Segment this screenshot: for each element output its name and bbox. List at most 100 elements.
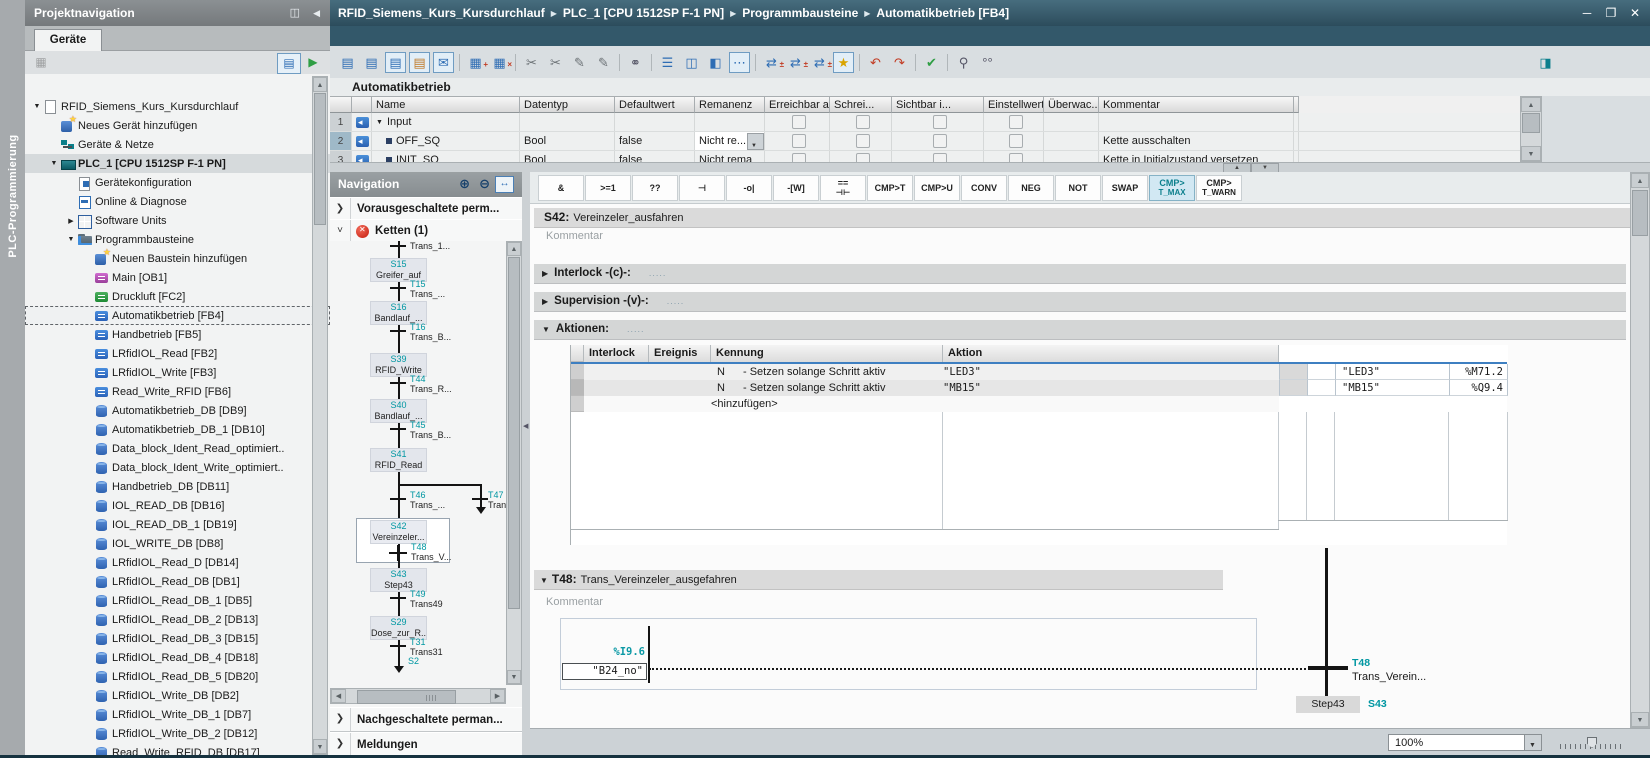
instruction-[interactable]: & [538,174,584,201]
checkbox[interactable] [1008,115,1023,129]
scroll-up-icon[interactable]: ▲ [507,242,521,256]
scroll-down-icon[interactable]: ▼ [507,670,521,684]
tree-item[interactable]: Handbetrieb_DB [DB11] [25,477,330,496]
scroll-up-icon[interactable]: ▲ [1521,97,1541,112]
tree-item[interactable]: Main [OB1] [25,268,330,287]
expand-icon[interactable]: ▼ [65,236,77,243]
transition-label-id[interactable]: T48 [1352,657,1370,669]
transition-name[interactable]: Trans_1... [410,242,450,251]
tree-item[interactable]: LRfidIOL_Read_DB_3 [DB15] [25,629,330,648]
breadcrumb-item[interactable]: Programmbausteine [738,6,862,20]
scroll-up-icon[interactable]: ▲ [1631,173,1649,188]
add-row-below-icon[interactable]: ▤ [361,52,382,73]
column-header-remanenz[interactable]: Remanenz [695,96,765,113]
column-view-icon[interactable]: ▦ [30,53,52,72]
split-editor-icon[interactable]: ◨ [1535,52,1556,73]
zoom-in-icon[interactable]: ⊕ [459,176,470,192]
tree-item[interactable]: Automatikbetrieb_DB_1 [DB10] [25,420,330,439]
instruction-swap[interactable]: SWAP [1102,174,1148,201]
outline-icon[interactable]: ☰ [657,52,678,73]
tree-item[interactable]: LRfidIOL_Read_DB [DB1] [25,572,330,591]
collapse-panel-icon[interactable]: ◀ [313,0,320,26]
previous-error-icon[interactable]: ↶ [865,52,886,73]
tree-item[interactable]: Online & Diagnose [25,192,330,211]
search-icon[interactable]: ⚲ [953,52,974,73]
scroll-left-icon[interactable]: ◀ [331,689,346,703]
transition-id[interactable]: T49 [410,590,426,599]
expand-icon[interactable]: ▼ [31,103,43,110]
variable-row[interactable]: 3 INIT_SQ Bool false Nicht rema Kette in… [330,151,1520,162]
zoom-select[interactable]: 100% [1388,734,1542,754]
overwrite-mode-icon[interactable]: ▤ [409,52,430,73]
editor-scrollbar[interactable]: ▲ ▼ [1630,172,1650,728]
sequence-chain-canvas[interactable]: Trans_1... S15 Greifer_auf T15 Trans_... … [330,241,506,685]
column-header-erreichbar[interactable]: Erreichbar a.. [765,96,830,113]
split-horizontal-icon[interactable]: ◫ [681,52,702,73]
action-operand[interactable]: "MB15" [943,380,1279,396]
tree-item[interactable]: LRfidIOL_Read_DB_4 [DB18] [25,648,330,667]
chevron-right-icon[interactable]: ❯ [330,733,351,756]
sync-icon[interactable]: ✎ [593,52,614,73]
instruction-cmpu[interactable]: CMP>U [914,174,960,201]
tree-item[interactable]: Data_block_Ident_Write_optimiert.. [25,458,330,477]
transition-header[interactable]: ▼ T48: Trans_Vereinzeler_ausgefahren [534,570,1223,590]
tree-item[interactable]: Handbetrieb [FB5] [25,325,330,344]
section-messages[interactable]: ❯ Meldungen [330,732,522,757]
scroll-thumb[interactable] [314,93,326,225]
transition-name[interactable]: Trans_R... [410,385,452,394]
zoom-slider[interactable] [1560,737,1624,749]
fit-view-icon[interactable]: ↔ [495,176,514,193]
tab-geraete[interactable]: Geräte [34,29,102,51]
insert-mode-icon[interactable]: ▤ [385,52,406,73]
renumber-all-icon[interactable]: ✂ [545,52,566,73]
tree-item[interactable]: Neuen Baustein hinzufügen [25,247,330,268]
tree-item[interactable]: LRfidIOL_Read_DB_5 [DB20] [25,667,330,686]
close-icon[interactable]: ✕ [1624,0,1646,26]
section-post-operations[interactable]: ❯ Nachgeschaltete perman... [330,707,522,732]
tree-item[interactable]: IOL_READ_DB [DB16] [25,496,330,515]
add-network-icon[interactable]: ▦ + [465,52,488,73]
scroll-thumb[interactable] [1522,113,1540,133]
column-header-ueberwachung[interactable]: Überwac... [1044,96,1099,113]
instruction-[interactable]: ⊣ [679,174,725,201]
instruction-cmp-t_max[interactable]: CMP> T_MAX [1149,174,1195,201]
chevron-down-icon[interactable]: ▼ [534,576,548,585]
chevron-right-icon[interactable]: ❯ [330,198,351,220]
instruction-[interactable]: ?? [632,174,678,201]
transition-label-name[interactable]: Trans_Verein... [1352,671,1426,683]
checkbox[interactable] [792,115,806,129]
dropdown-icon[interactable] [1524,735,1541,754]
paste-lock-icon[interactable]: ⚭ [625,52,646,73]
instruction-w[interactable]: -[W] [773,174,819,201]
splitter-handle-icon[interactable]: ◀ [523,422,528,430]
tree-item[interactable]: Neues Gerät hinzufügen [25,114,330,135]
transition-id[interactable]: T45 [410,421,426,430]
column-header-datentyp[interactable]: Datentyp [520,96,615,113]
next-error-icon[interactable]: ↷ [889,52,910,73]
action-row[interactable]: N - Setzen solange Schritt aktiv "LED3" "… [571,364,1508,380]
scroll-down-icon[interactable]: ▼ [1631,712,1649,727]
zoom-out-icon[interactable]: ⊖ [479,176,490,192]
absolute-operands-icon[interactable]: ⇄ ± [761,52,784,73]
checkbox[interactable] [932,115,947,129]
checkbox[interactable] [855,153,870,162]
variable-table-scrollbar[interactable]: ▲ ▼ [1520,96,1542,162]
chevron-right-icon[interactable]: ❯ [330,708,351,731]
section-supervision[interactable]: ▶ Supervision -(v)-:..... [534,292,1626,312]
scroll-down-icon[interactable]: ▼ [1521,146,1541,161]
transition-name[interactable]: Trans_V... [411,553,451,562]
tree-item[interactable]: LRfidIOL_Write_DB_1 [DB7] [25,705,330,724]
transition-id[interactable]: T48 [411,543,427,552]
tree-item[interactable]: ▼ PLC_1 [CPU 1512SP F-1 PN] [25,154,330,173]
transition-name[interactable]: Trans_... [410,501,445,510]
transition-id[interactable]: T47 [488,491,504,500]
transition-comment-placeholder[interactable]: Kommentar [546,596,603,608]
breadcrumb-item[interactable]: Automatikbetrieb [FB4] [872,6,1013,20]
update-calls-icon[interactable]: ✎ [569,52,590,73]
tree-item[interactable]: LRfidIOL_Write_DB_2 [DB12] [25,724,330,743]
scroll-thumb[interactable] [1632,190,1648,236]
column-header-ereignis[interactable]: Ereignis [649,345,711,362]
target-step-box[interactable]: Step43 [1296,696,1360,713]
tree-item[interactable]: LRfidIOL_Read_D [DB14] [25,553,330,572]
step-comment-placeholder[interactable]: Kommentar [546,230,603,242]
